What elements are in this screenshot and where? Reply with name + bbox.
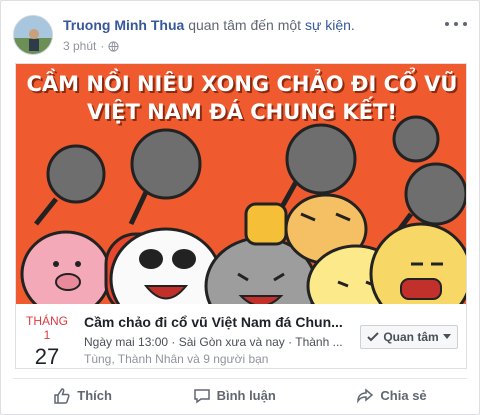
event-friends-interested[interactable]: Tùng, Thành Nhân và 9 người bạn <box>84 352 268 366</box>
post-actions: Thích Bình luận Chia sẻ <box>13 378 467 408</box>
event-card[interactable]: CẦM NỒI NIÊU XONG CHẢO ĐI CỔ VŨ VIỆT NAM… <box>15 63 467 369</box>
event-day: 27 <box>34 344 60 369</box>
avatar[interactable] <box>13 15 53 55</box>
share-button[interactable]: Chia sẻ <box>356 387 427 405</box>
event-month: THÁNG 1 <box>26 314 68 342</box>
globe-icon[interactable] <box>108 40 120 52</box>
share-label: Chia sẻ <box>380 388 427 403</box>
event-date-block: THÁNG 1 27 <box>22 314 72 369</box>
event-banner-image[interactable]: CẦM NỒI NIÊU XONG CHẢO ĐI CỔ VŨ VIỆT NAM… <box>16 64 466 304</box>
post-meta: 3 phút · <box>63 39 120 53</box>
more-dots-icon[interactable] <box>445 17 467 31</box>
share-icon <box>357 387 374 403</box>
post-title-line: Truong Minh Thua quan tâm đến một sự kiệ… <box>63 17 355 33</box>
interested-button[interactable]: Quan tâm <box>360 325 458 349</box>
interested-label: Quan tâm <box>383 330 439 344</box>
comment-icon <box>193 388 210 403</box>
post-action-text: quan tâm đến một <box>188 17 302 33</box>
comment-label: Bình luận <box>216 388 276 403</box>
comment-button[interactable]: Bình luận <box>193 387 276 405</box>
event-link[interactable]: sự kiện. <box>305 17 355 33</box>
checkmark-icon <box>367 332 380 342</box>
post-header: Truong Minh Thua quan tâm đến một sự kiệ… <box>13 11 467 55</box>
feed-post: Truong Minh Thua quan tâm đến một sự kiệ… <box>0 0 480 415</box>
banner-title-line-1: CẦM NỒI NIÊU XONG CHẢO ĐI CỔ VŨ <box>26 72 458 96</box>
post-timestamp[interactable]: 3 phút <box>63 39 96 53</box>
dot-separator: · <box>100 39 105 53</box>
like-button[interactable]: Thích <box>53 387 112 405</box>
thumbs-up-icon <box>54 387 70 404</box>
event-title[interactable]: Cầm chảo đi cổ vũ Việt Nam đá Chun... <box>84 314 348 330</box>
banner-title-line-2: VIỆT NAM ĐÁ CHUNG KẾT! <box>87 100 397 124</box>
like-label: Thích <box>77 388 112 403</box>
event-time-location: Ngày mai 13:00 · Sài Gòn xưa và nay · Th… <box>84 335 343 349</box>
author-name[interactable]: Truong Minh Thua <box>63 17 184 33</box>
caret-down-icon <box>442 334 451 339</box>
event-details: THÁNG 1 27 Cầm chảo đi cổ vũ Việt Nam đá… <box>16 304 466 369</box>
